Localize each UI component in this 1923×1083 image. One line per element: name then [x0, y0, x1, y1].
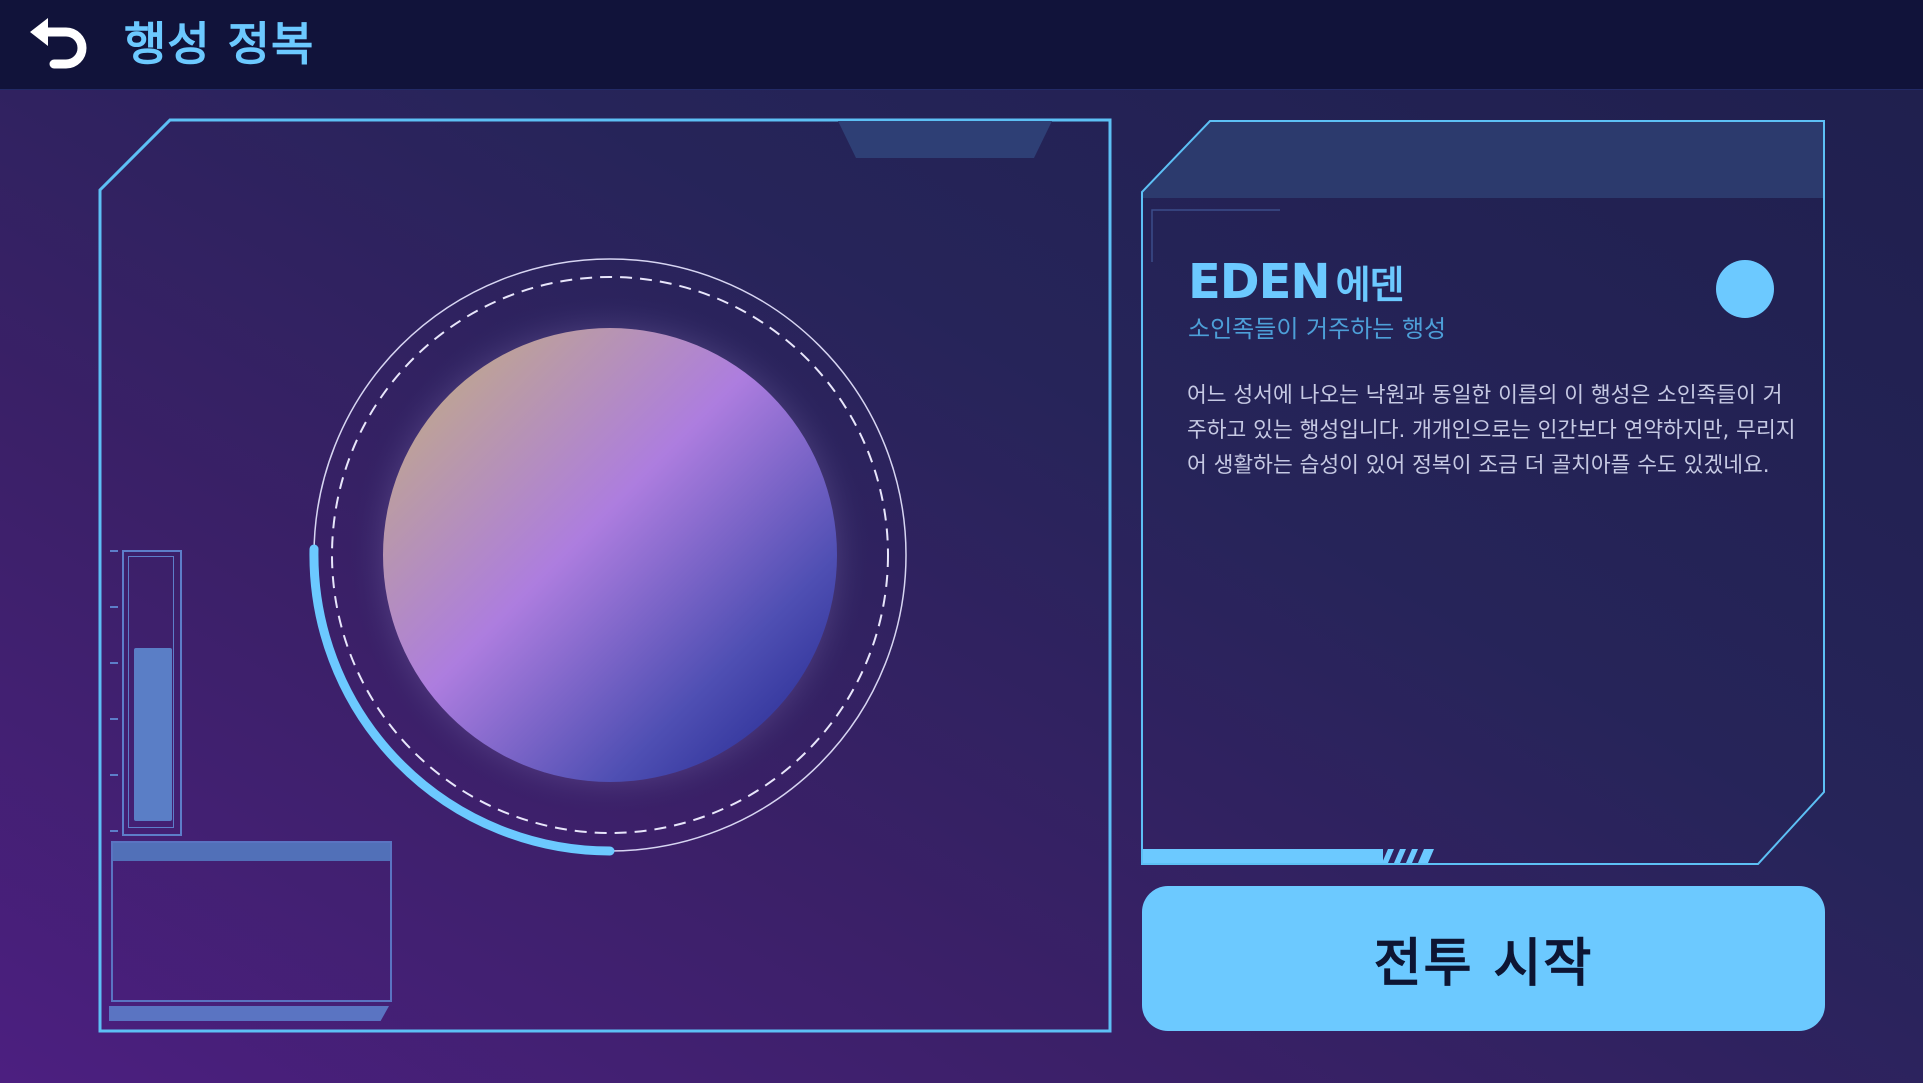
gauge-ticks	[110, 550, 122, 832]
orbit-dashed-ring	[331, 276, 889, 834]
back-arrow-icon	[30, 18, 87, 69]
mini-panel	[111, 841, 392, 1002]
mini-panel-foot	[109, 1006, 389, 1021]
main-frame-tab	[838, 121, 1052, 158]
level-gauge-inner	[128, 556, 174, 828]
back-button[interactable]	[24, 14, 92, 76]
planet-status-indicator	[1716, 260, 1774, 318]
planet-description: 어느 성서에 나오는 낙원과 동일한 이름의 이 행성은 소인족들이 거주하고 …	[1187, 383, 1796, 478]
planet-glow	[350, 295, 870, 815]
info-card-frame	[1141, 120, 1825, 865]
planet-subtitle: 소인족들이 거주하는 행성	[1188, 315, 1447, 343]
orbit-ring	[313, 258, 907, 852]
info-card-header	[1142, 122, 1824, 198]
level-gauge-fill	[134, 648, 172, 821]
planet-name: EDEN 에덴	[1188, 252, 1405, 315]
planet-name-kr: 에덴	[1335, 263, 1405, 307]
start-battle-button[interactable]: 전투 시작	[1142, 886, 1825, 1031]
top-bar: 행성 정복	[0, 0, 1923, 90]
mini-panel-header	[113, 843, 390, 861]
level-gauge	[122, 550, 182, 836]
orbit-progress-arc-path	[309, 544, 615, 856]
planet	[383, 328, 837, 782]
page-title: 행성 정복	[124, 17, 315, 71]
planet-name-en: EDEN	[1188, 254, 1331, 310]
orbit-progress-arc	[309, 544, 615, 856]
info-card-bottom-bar	[1143, 849, 1383, 863]
info-card-bar-stripes	[1382, 849, 1434, 863]
